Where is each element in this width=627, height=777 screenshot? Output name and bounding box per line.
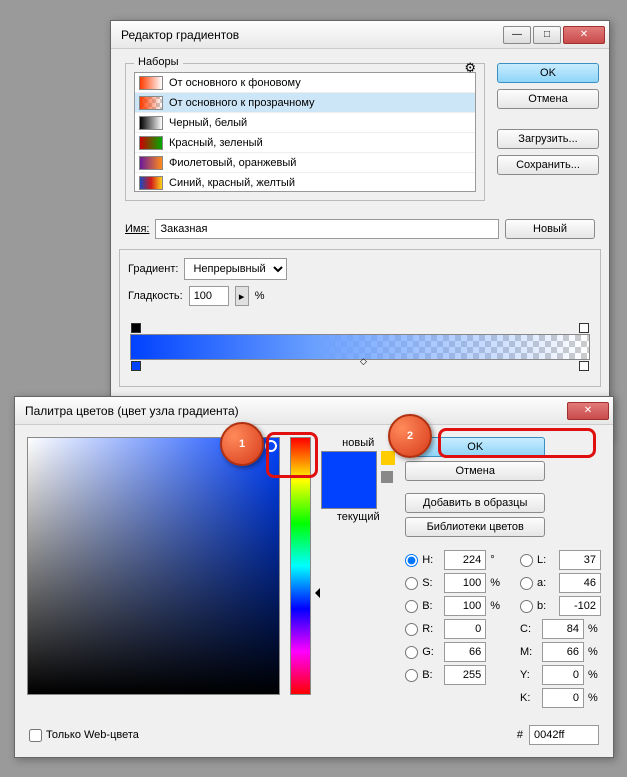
name-input[interactable] — [155, 219, 499, 239]
new-label: новый — [342, 437, 374, 449]
warning-icon[interactable] — [381, 451, 395, 465]
callout-marker-2: 2 — [388, 414, 432, 458]
maximize-button[interactable]: □ — [533, 26, 561, 44]
smoothness-label: Гладкость: — [128, 290, 183, 302]
h-input[interactable] — [444, 550, 486, 570]
gradient-settings: Градиент: Непрерывный Гладкость: ▸ % ◇ — [119, 249, 601, 387]
chevron-right-icon[interactable]: ▸ — [235, 286, 249, 306]
new-button[interactable]: Новый — [505, 219, 595, 239]
a-input[interactable] — [559, 573, 601, 593]
color-stop[interactable] — [131, 361, 141, 371]
close-button[interactable]: ✕ — [567, 402, 609, 420]
ok-button[interactable]: OK — [497, 63, 599, 83]
preset-row[interactable]: От основного к прозрачному — [135, 93, 475, 113]
current-label: текущий — [337, 511, 380, 523]
cube-icon[interactable] — [381, 471, 393, 483]
highlight-box-1 — [266, 432, 318, 478]
color-picker-titlebar[interactable]: Палитра цветов (цвет узла градиента) ✕ — [15, 397, 613, 425]
presets-label: Наборы — [134, 56, 183, 68]
opacity-stop[interactable] — [579, 323, 589, 333]
percent-label: % — [255, 290, 265, 302]
c-input[interactable] — [542, 619, 584, 639]
preset-list[interactable]: От основного к фоновому От основного к п… — [134, 72, 476, 192]
cancel-button[interactable]: Отмена — [405, 461, 545, 481]
g-radio[interactable] — [405, 646, 418, 659]
s-radio[interactable] — [405, 577, 418, 590]
gradient-bar[interactable]: ◇ — [130, 334, 590, 360]
lab-b-radio[interactable] — [520, 600, 533, 613]
gradient-editor-titlebar[interactable]: Редактор градиентов — □ ✕ — [111, 21, 609, 49]
preset-row[interactable]: Черный, белый — [135, 113, 475, 133]
presets-fieldset: Наборы От основного к фоновому От основн… — [125, 63, 485, 201]
cancel-button[interactable]: Отмена — [497, 89, 599, 109]
load-button[interactable]: Загрузить... — [497, 129, 599, 149]
gradient-type-label: Градиент: — [128, 263, 178, 275]
web-only-checkbox[interactable]: Только Web-цвета — [29, 729, 139, 742]
r-input[interactable] — [444, 619, 486, 639]
s-input[interactable] — [444, 573, 486, 593]
close-button[interactable]: ✕ — [563, 26, 605, 44]
hash-label: # — [517, 729, 523, 741]
save-button[interactable]: Сохранить... — [497, 155, 599, 175]
m-input[interactable] — [542, 642, 584, 662]
opacity-stop[interactable] — [131, 323, 141, 333]
l-radio[interactable] — [520, 554, 533, 567]
b-input[interactable] — [444, 596, 486, 616]
gradient-editor-window: Редактор градиентов — □ ✕ Наборы От осно… — [110, 20, 610, 440]
b-radio[interactable] — [405, 600, 418, 613]
preset-row[interactable]: Синий, красный, желтый — [135, 173, 475, 192]
g-input[interactable] — [444, 642, 486, 662]
bl-input[interactable] — [444, 665, 486, 685]
midpoint-icon[interactable]: ◇ — [360, 356, 367, 367]
preset-row[interactable]: От основного к фоновому — [135, 73, 475, 93]
h-radio[interactable] — [405, 554, 418, 567]
r-radio[interactable] — [405, 623, 418, 636]
highlight-box-2 — [438, 428, 596, 458]
gear-icon[interactable] — [464, 60, 476, 76]
gradient-type-select[interactable]: Непрерывный — [184, 258, 287, 280]
preset-row[interactable]: Фиолетовый, оранжевый — [135, 153, 475, 173]
lab-b-input[interactable] — [559, 596, 601, 616]
color-libraries-button[interactable]: Библиотеки цветов — [405, 517, 545, 537]
color-stop[interactable] — [579, 361, 589, 371]
smoothness-input[interactable] — [189, 286, 229, 306]
hex-input[interactable] — [529, 725, 599, 745]
new-current-swatch[interactable] — [321, 451, 377, 509]
bl-radio[interactable] — [405, 669, 418, 682]
y-input[interactable] — [542, 665, 584, 685]
window-title: Палитра цветов (цвет узла градиента) — [25, 404, 567, 418]
k-input[interactable] — [542, 688, 584, 708]
preset-row[interactable]: Красный, зеленый — [135, 133, 475, 153]
color-field[interactable] — [27, 437, 280, 695]
a-radio[interactable] — [520, 577, 533, 590]
minimize-button[interactable]: — — [503, 26, 531, 44]
hue-slider-thumb[interactable] — [310, 588, 320, 598]
add-swatch-button[interactable]: Добавить в образцы — [405, 493, 545, 513]
callout-marker-1: 1 — [220, 422, 264, 466]
name-label: Имя: — [125, 223, 149, 235]
window-title: Редактор градиентов — [121, 28, 503, 42]
l-input[interactable] — [559, 550, 601, 570]
